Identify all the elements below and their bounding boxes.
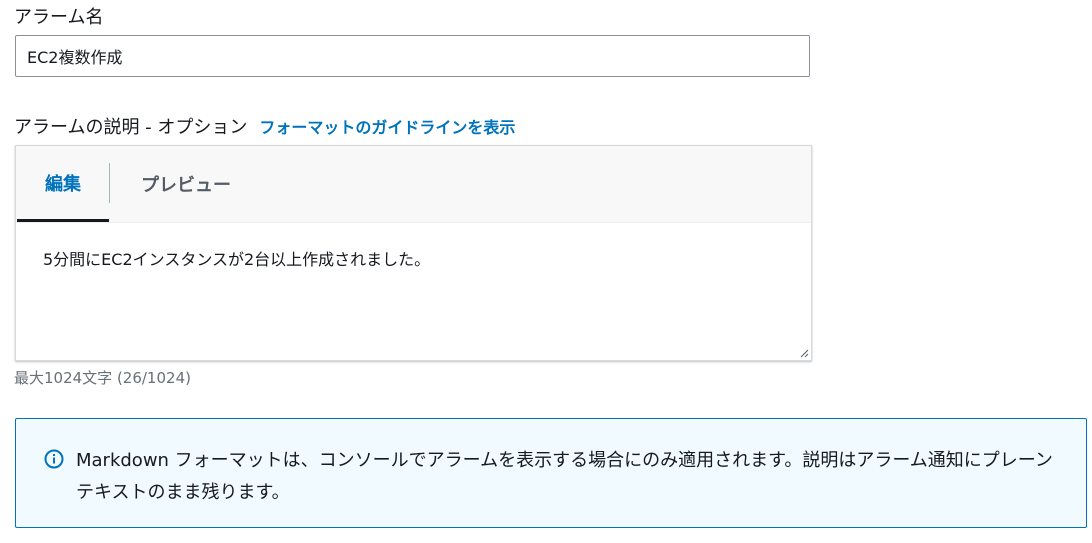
description-header: アラームの説明 - オプション フォーマットのガイドラインを表示 — [14, 113, 515, 139]
character-count: 最大1024文字 (26/1024) — [14, 369, 191, 387]
alarm-details-form: アラーム名 アラームの説明 - オプション フォーマットのガイドラインを表示 編… — [0, 0, 1092, 543]
format-guidelines-link[interactable]: フォーマットのガイドラインを表示 — [259, 114, 515, 138]
description-textarea[interactable]: 5分間にEC2インスタンスが2台以上作成されました。 — [16, 223, 811, 360]
editor-tab-bar: 編集 プレビュー — [16, 146, 811, 223]
tab-preview[interactable]: プレビュー — [110, 146, 262, 222]
info-icon — [44, 449, 64, 469]
description-editor: 編集 プレビュー 5分間にEC2インスタンスが2台以上作成されました。 — [15, 145, 812, 361]
alarm-name-label: アラーム名 — [14, 7, 104, 28]
info-alert: Markdown フォーマットは、コンソールでアラームを表示する場合にのみ適用さ… — [15, 418, 1087, 528]
info-message: Markdown フォーマットは、コンソールでアラームを表示する場合にのみ適用さ… — [76, 450, 1053, 503]
alarm-name-input[interactable] — [15, 35, 810, 77]
description-label: アラームの説明 - オプション — [14, 117, 248, 138]
tab-edit[interactable]: 編集 — [17, 146, 109, 222]
resize-grip-icon[interactable] — [799, 348, 809, 358]
